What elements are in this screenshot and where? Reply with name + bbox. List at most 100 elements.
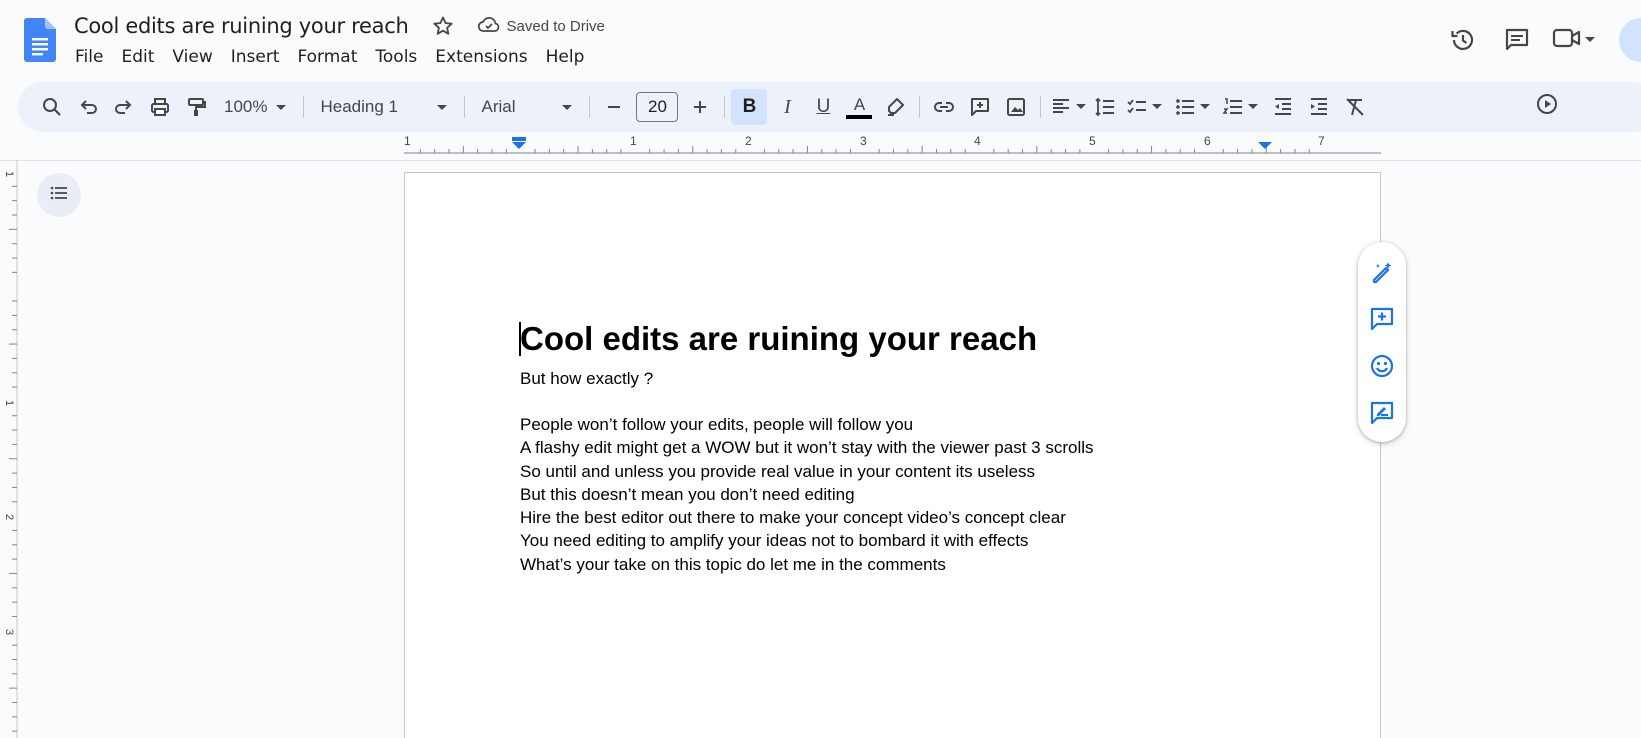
help-me-write-icon[interactable] [1364,254,1400,289]
document-heading-text: Cool edits are ruining your reach [520,320,1038,357]
horizontal-ruler[interactable]: 1 1 2 3 4 5 6 7 [404,134,1381,154]
zoom-select[interactable]: 100% [214,89,297,125]
divider [303,96,305,118]
redo-icon[interactable] [106,89,142,125]
docs-logo-icon[interactable] [24,18,56,62]
numbered-list-icon [1219,89,1247,125]
increase-font-size-icon[interactable] [682,89,718,125]
list-icon [49,183,69,208]
blank-line[interactable] [520,390,1260,413]
divider [589,96,591,118]
chevron-down-icon [275,97,287,117]
font-family-select[interactable]: Arial [471,89,583,125]
divider [0,160,1641,161]
save-status-label: Saved to Drive [506,17,605,35]
menu-format[interactable]: Format [288,45,366,69]
ruler-label: 3 [860,134,867,148]
document-line[interactable]: People won’t follow your edits, people w… [520,413,1260,436]
zoom-value: 100% [224,97,268,116]
line-spacing-icon[interactable] [1087,89,1123,125]
increase-indent-icon[interactable] [1301,89,1337,125]
ruler-label: 3 [3,629,15,635]
menu-extensions[interactable]: Extensions [426,45,536,69]
menu-tools[interactable]: Tools [366,45,426,69]
italic-icon[interactable]: I [769,89,805,125]
divider [724,96,726,118]
ruler-label: 2 [3,514,15,520]
align-left-icon [1047,89,1075,125]
search-icon[interactable] [34,89,70,125]
bulleted-list-button[interactable] [1171,89,1211,125]
document-line[interactable]: But this doesn’t mean you don’t need edi… [520,483,1260,506]
chevron-down-icon [436,97,448,117]
paint-format-icon[interactable] [178,89,214,125]
undo-icon[interactable] [70,89,106,125]
document-line[interactable]: What’s your take on this topic do let me… [520,553,1260,576]
document-title[interactable]: Cool edits are ruining your reach [74,14,409,38]
paragraph-style-value: Heading 1 [320,97,398,116]
document-line[interactable]: You need editing to amplify your ideas n… [520,529,1260,552]
star-icon[interactable] [431,14,455,38]
ruler-label: 6 [1204,134,1211,148]
ruler-label: 1 [3,400,15,406]
insert-image-icon[interactable] [998,89,1034,125]
meet-button[interactable] [1551,25,1597,56]
cloud-done-icon [477,14,501,38]
numbered-list-button[interactable] [1219,89,1259,125]
ruler-label: 5 [1089,134,1096,148]
suggest-edits-icon[interactable] [1364,395,1400,430]
decrease-font-size-icon[interactable] [596,89,632,125]
comments-icon[interactable] [1497,20,1537,60]
document-heading[interactable]: Cool edits are ruining your reach [519,319,1260,359]
video-camera-icon [1551,25,1583,56]
print-icon[interactable] [142,89,178,125]
document-line[interactable]: A flashy edit might get a WOW but it won… [520,436,1260,459]
add-comment-icon[interactable] [962,89,998,125]
ruler-label: 7 [1318,134,1325,148]
emoji-reaction-icon[interactable] [1364,348,1400,383]
avatar[interactable] [1619,18,1641,62]
gemini-sparkle-icon[interactable] [1532,89,1562,119]
text-color-icon[interactable]: A [841,89,877,125]
chevron-down-icon [561,97,573,117]
checklist-icon [1123,89,1151,125]
bulleted-list-icon [1171,89,1199,125]
checklist-button[interactable] [1123,89,1163,125]
formatting-toolbar: 100% Heading 1 Arial 20 B I U A [18,82,1641,132]
chevron-down-icon [1075,98,1087,116]
underline-icon[interactable]: U [805,89,841,125]
save-status[interactable]: Saved to Drive [477,14,605,38]
document-line[interactable]: So until and unless you provide real val… [520,460,1260,483]
bold-icon[interactable]: B [731,89,768,125]
decrease-indent-icon[interactable] [1265,89,1301,125]
paragraph-style-select[interactable]: Heading 1 [310,89,458,125]
clear-formatting-icon[interactable] [1337,89,1373,125]
chevron-down-icon [1151,98,1163,116]
menu-help[interactable]: Help [537,45,594,69]
text-cursor [519,322,521,356]
document-page[interactable]: Cool edits are ruining your reach But ho… [404,172,1381,738]
document-subheading[interactable]: But how exactly ? [520,367,1260,390]
ruler-label: 4 [974,134,981,148]
document-outline-button[interactable] [37,173,81,217]
highlight-color-icon[interactable] [877,89,913,125]
menu-file[interactable]: File [66,45,112,69]
app-header: Cool edits are ruining your reach Saved … [0,0,1641,76]
menu-edit[interactable]: Edit [112,45,163,69]
font-size-input[interactable]: 20 [636,92,679,122]
menu-bar: File Edit View Insert Format Tools Exten… [66,45,593,69]
document-line[interactable]: Hire the best editor out there to make y… [520,506,1260,529]
font-family-value: Arial [481,97,516,116]
insert-link-icon[interactable] [926,89,962,125]
menu-insert[interactable]: Insert [222,45,289,69]
document-body[interactable]: Cool edits are ruining your reach But ho… [519,319,1260,576]
add-comment-icon[interactable] [1364,301,1400,336]
vertical-ruler[interactable]: 1 1 2 3 [0,160,18,738]
menu-view[interactable]: View [163,45,221,69]
ruler-label: 1 [3,171,15,177]
version-history-icon[interactable] [1443,20,1483,60]
align-button[interactable] [1047,89,1087,125]
ruler-label: 1 [630,134,637,148]
chevron-down-icon [1583,31,1597,49]
left-indent-marker-icon [512,137,526,149]
